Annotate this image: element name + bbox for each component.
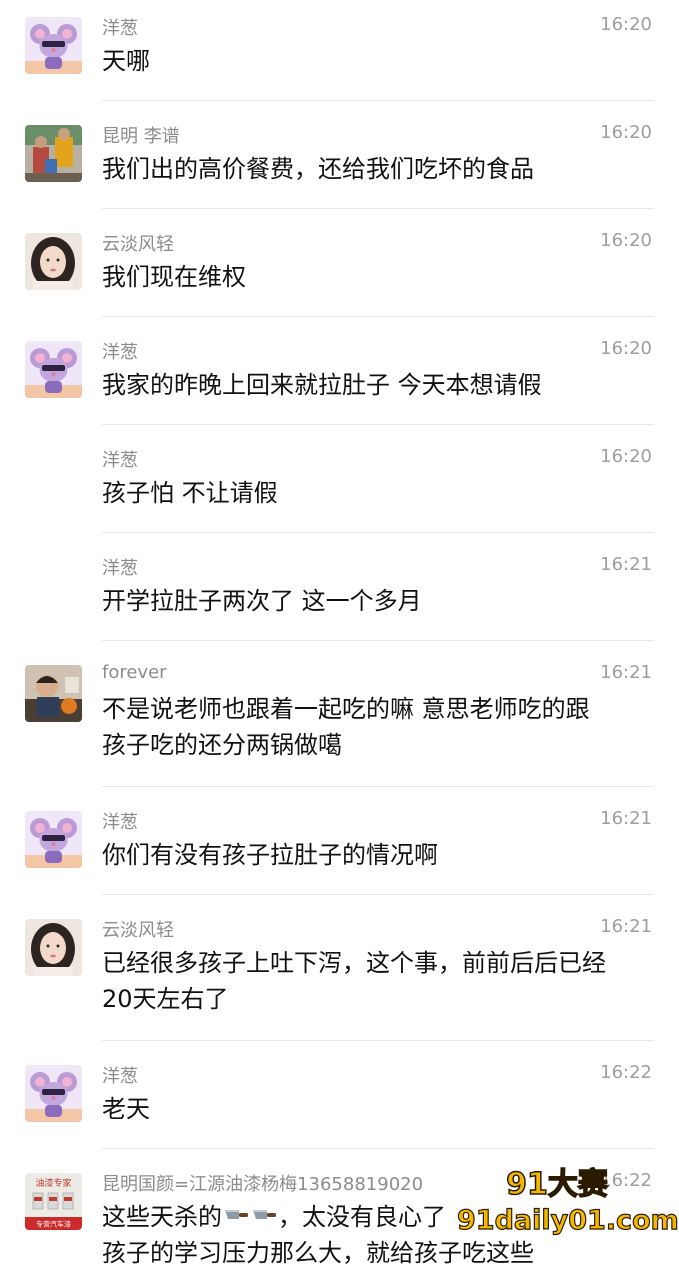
message-line: 孩子吃的还分两锅做噶 — [102, 731, 342, 759]
photo-avatar-woman-icon — [25, 233, 82, 290]
avatar[interactable] — [25, 341, 82, 398]
sender-name: 昆明国颜=江源油漆杨梅13658819020 — [102, 1174, 424, 1195]
avatar[interactable] — [25, 811, 82, 868]
sender-name: 洋葱 — [102, 450, 138, 471]
message-time: 16:20 — [600, 446, 652, 467]
message-text[interactable]: 你们有没有孩子拉肚子的情况啊 — [102, 837, 652, 873]
avatar[interactable] — [25, 125, 82, 182]
avatar[interactable] — [25, 1065, 82, 1122]
mouse-avatar-icon — [25, 17, 82, 74]
message-time: 16:21 — [600, 554, 652, 575]
message-line: 不是说老师也跟着一起吃的嘛 意思老师吃的跟 — [102, 695, 590, 723]
message-text[interactable]: 我家的昨晚上回来就拉肚子 今天本想请假 — [102, 367, 652, 403]
message-line-part: ，太没有良心了 — [278, 1203, 446, 1231]
sender-name: 洋葱 — [102, 18, 138, 39]
watermark: 91大赛 91daily01.com — [456, 1166, 679, 1238]
photo-avatar-woman-icon — [25, 919, 82, 976]
message-text[interactable]: 开学拉肚子两次了 这一个多月 — [102, 583, 652, 619]
divider — [102, 316, 654, 317]
mouse-avatar-icon — [25, 1065, 82, 1122]
paint-avatar-bottom-text: 专营汽车漆 — [36, 1220, 71, 1229]
message-text[interactable]: 我们出的高价餐费，还给我们吃坏的食品 — [102, 151, 652, 187]
divider — [102, 424, 654, 425]
message-time: 16:21 — [600, 662, 652, 683]
message-line: 20天左右了 — [102, 985, 229, 1013]
divider — [102, 208, 654, 209]
message-line: 我家的昨晚上回来就拉肚子 今天本想请假 — [102, 371, 542, 399]
message-time: 16:20 — [600, 14, 652, 35]
sender-name: 洋葱 — [102, 342, 138, 363]
divider — [102, 1040, 654, 1041]
avatar[interactable] — [25, 233, 82, 290]
message-time: 16:21 — [600, 808, 652, 829]
message-line: 我们出的高价餐费，还给我们吃坏的食品 — [102, 155, 534, 183]
divider — [102, 1148, 654, 1149]
knife-icon — [225, 1210, 248, 1219]
paint-avatar-top-text: 油漆专家 — [35, 1177, 71, 1189]
divider — [102, 532, 654, 533]
message-time: 16:20 — [600, 338, 652, 359]
message-time: 16:20 — [600, 230, 652, 251]
mouse-avatar-icon — [25, 811, 82, 868]
mouse-avatar-icon — [25, 341, 82, 398]
paint-shop-avatar-icon: 油漆专家 专营汽车漆 — [25, 1173, 82, 1230]
avatar[interactable]: 油漆专家 专营汽车漆 — [25, 1173, 82, 1230]
message-line: 你们有没有孩子拉肚子的情况啊 — [102, 841, 438, 869]
avatar[interactable] — [25, 919, 82, 976]
divider — [102, 100, 654, 101]
sender-name: 洋葱 — [102, 812, 138, 833]
message-line: 孩子的学习压力那么大，就给孩子吃这些 — [102, 1239, 534, 1267]
photo-avatar-family-icon — [25, 125, 82, 182]
message-text[interactable]: 已经很多孩子上吐下泻，这个事，前前后后已经 20天左右了 — [102, 945, 652, 1017]
knife-icon — [253, 1210, 276, 1219]
sender-name: forever — [102, 662, 167, 683]
message-line: 天哪 — [102, 47, 150, 75]
message-line: 我们现在维权 — [102, 263, 246, 291]
watermark-url: 91daily01.com — [456, 1204, 679, 1236]
message-line: 孩子怕 不让请假 — [102, 479, 278, 507]
sender-name: 云淡风轻 — [102, 920, 174, 941]
watermark-title: 91大赛 — [505, 1166, 608, 1203]
message-text[interactable]: 不是说老师也跟着一起吃的嘛 意思老师吃的跟 孩子吃的还分两锅做噶 — [102, 691, 652, 763]
message-line: 老天 — [102, 1095, 150, 1123]
message-line: 开学拉肚子两次了 这一个多月 — [102, 587, 422, 615]
message-text[interactable]: 老天 — [102, 1091, 652, 1127]
message-line: 已经很多孩子上吐下泻，这个事，前前后后已经 — [102, 949, 606, 977]
sender-name: 洋葱 — [102, 558, 138, 579]
message-text[interactable]: 孩子怕 不让请假 — [102, 475, 652, 511]
message-text[interactable]: 我们现在维权 — [102, 259, 652, 295]
divider — [102, 640, 654, 641]
message-text[interactable]: 天哪 — [102, 43, 652, 79]
photo-avatar-child-icon — [25, 665, 82, 722]
avatar[interactable] — [25, 17, 82, 74]
sender-name: 云淡风轻 — [102, 234, 174, 255]
divider — [102, 894, 654, 895]
message-time: 16:21 — [600, 916, 652, 937]
sender-name: 洋葱 — [102, 1066, 138, 1087]
message-time: 16:20 — [600, 122, 652, 143]
message-line-part: 这些天杀的 — [102, 1203, 222, 1231]
sender-name: 昆明 李谱 — [102, 126, 180, 147]
avatar[interactable] — [25, 665, 82, 722]
message-time: 16:22 — [600, 1062, 652, 1083]
divider — [102, 786, 654, 787]
